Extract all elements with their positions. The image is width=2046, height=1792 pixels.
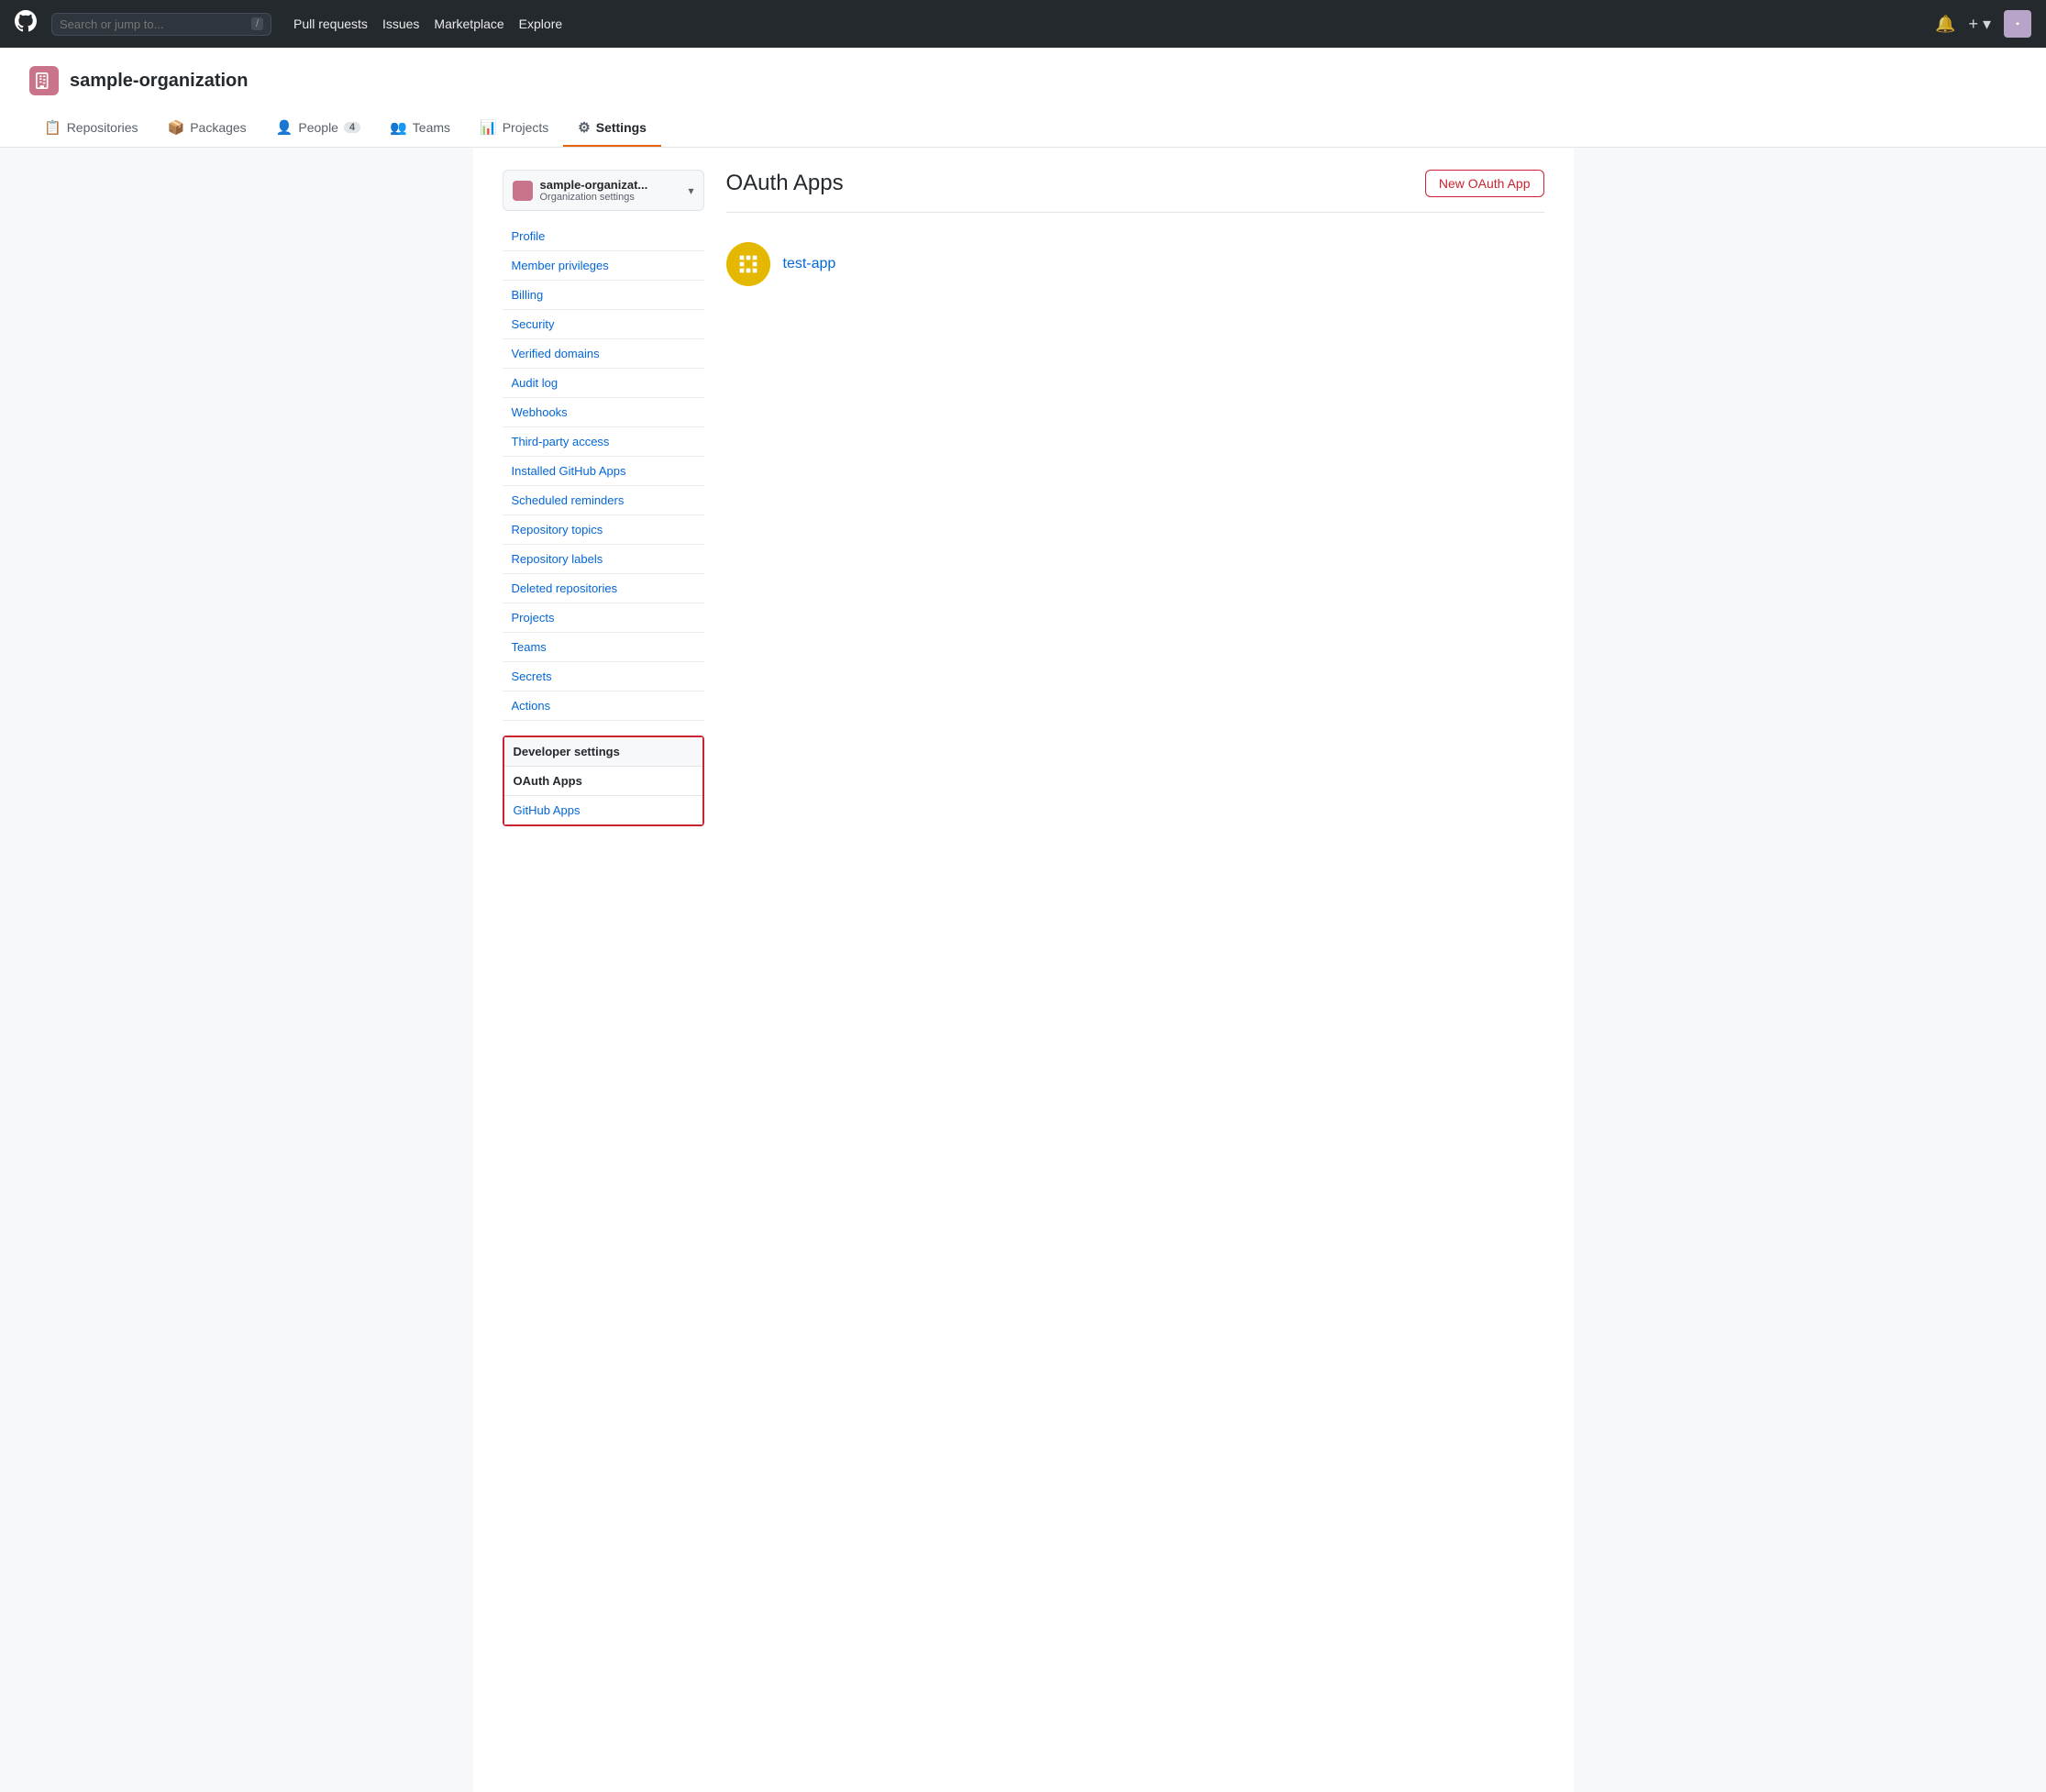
org-tabs: 📋 Repositories 📦 Packages 👤 People 4 👥 T… bbox=[29, 110, 2017, 147]
topnav-pull-requests[interactable]: Pull requests bbox=[293, 17, 368, 31]
slash-badge: / bbox=[251, 17, 263, 30]
projects-icon: 📊 bbox=[480, 119, 497, 136]
page-title: OAuth Apps bbox=[726, 171, 844, 196]
developer-settings-section: Developer settings OAuth Apps GitHub App… bbox=[503, 736, 704, 826]
people-icon: 👤 bbox=[276, 119, 293, 136]
oauth-apps-item[interactable]: OAuth Apps bbox=[504, 767, 702, 796]
sidebar-org-name: sample-organizat... bbox=[540, 178, 648, 192]
main-content: OAuth Apps New OAuth App test-app bbox=[726, 170, 1544, 1770]
org-header: sample-organization 📋 Repositories 📦 Pac… bbox=[0, 48, 2046, 148]
org-avatar bbox=[29, 66, 59, 95]
search-input[interactable] bbox=[60, 17, 246, 31]
sidebar-item-webhooks[interactable]: Webhooks bbox=[503, 398, 704, 427]
tab-settings[interactable]: ⚙ Settings bbox=[563, 110, 661, 147]
sidebar-item-projects[interactable]: Projects bbox=[503, 603, 704, 633]
sidebar-item-deleted-repositories[interactable]: Deleted repositories bbox=[503, 574, 704, 603]
page-body: sample-organizat... Organization setting… bbox=[473, 148, 1574, 1792]
topnav-right: 🔔 + ▾ ▪ bbox=[1935, 10, 2031, 38]
content-header: OAuth Apps New OAuth App bbox=[726, 170, 1544, 213]
tab-repositories[interactable]: 📋 Repositories bbox=[29, 110, 153, 147]
org-name: sample-organization bbox=[70, 71, 248, 92]
notifications-button[interactable]: 🔔 bbox=[1935, 15, 1955, 34]
sidebar-org-avatar bbox=[513, 181, 533, 201]
app-avatar bbox=[726, 242, 770, 286]
repo-icon: 📋 bbox=[44, 119, 61, 136]
sidebar-org-selector[interactable]: sample-organizat... Organization setting… bbox=[503, 170, 704, 211]
sidebar-item-security[interactable]: Security bbox=[503, 310, 704, 339]
sidebar-item-installed-github-apps[interactable]: Installed GitHub Apps bbox=[503, 457, 704, 486]
sidebar-item-billing[interactable]: Billing bbox=[503, 281, 704, 310]
github-apps-link[interactable]: GitHub Apps bbox=[504, 796, 702, 824]
sidebar-nav: Profile Member privileges Billing Securi… bbox=[503, 222, 704, 721]
app-item: test-app bbox=[726, 231, 1544, 297]
github-logo[interactable] bbox=[15, 10, 37, 38]
packages-icon: 📦 bbox=[168, 119, 185, 136]
teams-icon: 👥 bbox=[390, 119, 407, 136]
sidebar-org-subtitle: Organization settings bbox=[540, 192, 648, 203]
sidebar-org-left: sample-organizat... Organization setting… bbox=[513, 178, 648, 203]
topnav: / Pull requests Issues Marketplace Explo… bbox=[0, 0, 2046, 48]
sidebar: sample-organizat... Organization setting… bbox=[503, 170, 704, 1770]
tab-people[interactable]: 👤 People 4 bbox=[261, 110, 375, 147]
topnav-links: Pull requests Issues Marketplace Explore bbox=[293, 17, 562, 31]
new-oauth-app-button[interactable]: New OAuth App bbox=[1425, 170, 1544, 197]
sidebar-item-verified-domains[interactable]: Verified domains bbox=[503, 339, 704, 369]
sidebar-item-audit-log[interactable]: Audit log bbox=[503, 369, 704, 398]
user-avatar[interactable]: ▪ bbox=[2004, 10, 2031, 38]
people-badge: 4 bbox=[344, 122, 360, 133]
chevron-down-icon: ▾ bbox=[688, 184, 693, 197]
settings-icon: ⚙ bbox=[578, 119, 590, 136]
app-name-link[interactable]: test-app bbox=[783, 256, 836, 272]
new-button[interactable]: + ▾ bbox=[1968, 15, 1991, 34]
sidebar-item-member-privileges[interactable]: Member privileges bbox=[503, 251, 704, 281]
sidebar-item-actions[interactable]: Actions bbox=[503, 691, 704, 721]
sidebar-item-secrets[interactable]: Secrets bbox=[503, 662, 704, 691]
sidebar-item-third-party-access[interactable]: Third-party access bbox=[503, 427, 704, 457]
search-box[interactable]: / bbox=[51, 13, 271, 36]
tab-packages[interactable]: 📦 Packages bbox=[153, 110, 261, 147]
developer-settings-label: Developer settings bbox=[504, 737, 702, 767]
topnav-explore[interactable]: Explore bbox=[519, 17, 562, 31]
sidebar-item-profile[interactable]: Profile bbox=[503, 222, 704, 251]
sidebar-item-repository-topics[interactable]: Repository topics bbox=[503, 515, 704, 545]
sidebar-item-teams[interactable]: Teams bbox=[503, 633, 704, 662]
sidebar-item-scheduled-reminders[interactable]: Scheduled reminders bbox=[503, 486, 704, 515]
topnav-marketplace[interactable]: Marketplace bbox=[434, 17, 503, 31]
tab-projects[interactable]: 📊 Projects bbox=[465, 110, 563, 147]
topnav-issues[interactable]: Issues bbox=[382, 17, 419, 31]
tab-teams[interactable]: 👥 Teams bbox=[375, 110, 465, 147]
sidebar-item-repository-labels[interactable]: Repository labels bbox=[503, 545, 704, 574]
